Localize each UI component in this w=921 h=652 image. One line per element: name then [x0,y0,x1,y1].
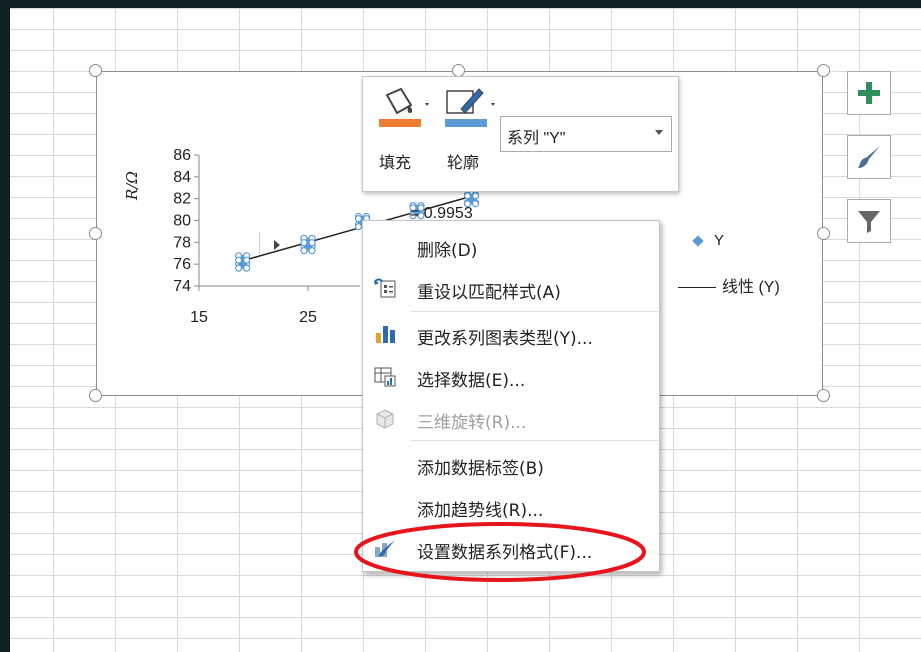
x-tick-label: 15 [190,309,208,326]
format-series-icon [375,540,395,557]
selection-dot [308,239,316,247]
data-point [300,239,316,255]
menu-separator [411,440,659,441]
add-element-icon [858,82,880,104]
legend-trendline[interactable]: 线性 (Y) [678,273,780,297]
selection-dot [354,215,363,223]
menu-item-label: 设置数据系列格式(F)... [417,543,593,563]
context-menu: 删除(D) 重设以匹配样式(A) 更改系列图表类型(Y)... 选择数据(E).… [362,220,660,572]
format-mini-toolbar: 填充 轮廓 系列 "Y" [362,76,679,192]
menu-item-label: 选择数据(E)... [417,371,526,391]
selection-dot [300,247,308,255]
menu-item-label: 添加数据标签(B) [417,459,544,479]
chart-type-icon [376,326,395,343]
fill-label: 填充 [379,153,412,172]
outline-label: 轮廓 [447,153,480,172]
filter-icon [858,211,880,233]
fill-color-swatch [379,119,421,127]
chart-filters-button[interactable] [847,199,891,243]
y-tick-label: 76 [173,256,191,273]
selection-dot [243,264,251,272]
menu-item-label: 重设以匹配样式(A) [417,283,561,303]
menu-item-delete[interactable]: 删除(D) [363,225,659,267]
app-frame: 86 84 82 80 78 76 74 15 25 R/Ω = 0.9953 Y 线性 (Y)… [0,0,921,652]
selection-dot [235,264,243,272]
series-dropdown[interactable]: 系列 "Y" [500,116,672,152]
menu-item-reset-style[interactable]: 重设以匹配样式(A) [363,267,659,309]
chart-styles-button[interactable] [847,135,891,179]
selection-dot [243,256,251,264]
legend-series[interactable]: Y [692,232,725,249]
y-tick-label: 74 [173,278,191,295]
x-tick-label: 25 [299,309,317,326]
fill-bucket-icon [379,87,429,127]
data-point [235,256,251,272]
y-tick-label: 84 [173,169,191,186]
y-axis-label: R/Ω [123,171,141,200]
menu-item-label: 三维旋转(R)... [417,413,527,433]
chart-elements-button[interactable] [847,71,891,115]
selection-dot [471,192,480,200]
selection-dot [354,223,363,231]
chevron-down-icon[interactable] [655,130,663,135]
menu-item-add-data-labels[interactable]: 添加数据标签(B) [363,443,659,485]
outline-pen-icon [445,88,495,127]
menu-item-label: 更改系列图表类型(Y)... [417,329,593,349]
legend-series-text: Y [714,232,725,249]
reset-style-icon [374,278,396,298]
brush-icon [858,146,880,168]
selection-dot [463,192,472,200]
selection-dot [300,239,308,247]
legend-marker-icon [692,235,704,247]
legend-line-icon [678,287,716,289]
menu-item-format-data-series[interactable]: 设置数据系列格式(F)... [363,527,659,569]
outline-color-swatch [445,119,487,127]
selection-dot [471,200,480,208]
fill-button[interactable]: 填充 [373,83,433,183]
y-tick-label: 78 [173,234,191,251]
submenu-arrow-icon[interactable] [274,240,280,250]
submenu-divider [259,232,260,254]
menu-item-3d-rotation: 三维旋转(R)... [363,397,659,439]
y-tick-label: 86 [173,147,191,164]
rotate-3d-icon [376,409,394,429]
menu-item-select-data[interactable]: 选择数据(E)... [363,355,659,397]
menu-item-change-chart-type[interactable]: 更改系列图表类型(Y)... [363,313,659,355]
menu-item-add-trendline[interactable]: 添加趋势线(R)... [363,485,659,527]
menu-item-label: 添加趋势线(R)... [417,501,544,521]
series-dropdown-value: 系列 "Y" [507,130,566,147]
select-data-icon [374,367,396,387]
y-tick-label: 82 [173,191,191,208]
selection-dot [308,247,316,255]
menu-item-label: 删除(D) [417,241,478,261]
y-tick-label: 80 [173,213,191,230]
legend-trendline-text: 线性 (Y) [722,279,780,296]
outline-button[interactable]: 轮廓 [441,83,501,183]
selection-dot [235,256,243,264]
menu-separator [411,311,659,312]
